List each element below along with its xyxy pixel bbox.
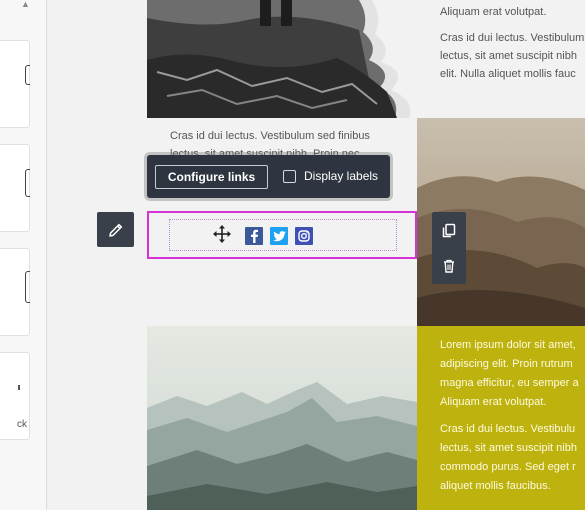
move-icon[interactable] — [212, 224, 232, 244]
text-line: elit. Nulla aliquet mollis fauc — [440, 68, 576, 80]
pencil-icon — [108, 223, 122, 237]
text-line: Aliquam erat volutpat. — [440, 396, 547, 408]
block-card-4[interactable]: ck — [0, 352, 30, 440]
twitter-icon[interactable] — [270, 227, 288, 245]
copy-icon — [442, 223, 456, 237]
duplicate-button[interactable] — [432, 212, 466, 248]
block-card-2-icon — [25, 169, 30, 197]
editor-viewport: ▲ ck Aliquam erat volutpat. Cras id dui … — [0, 0, 585, 510]
blocks-sidebar: ▲ ck — [0, 0, 47, 510]
text-line: Cras id dui lectus. Vestibulum — [440, 32, 585, 44]
text-line: magna efficitur, eu semper a — [440, 377, 579, 389]
block-card-4-icon — [18, 385, 20, 390]
block-card-2[interactable] — [0, 144, 30, 232]
block-card-1-icon — [25, 65, 30, 85]
text-line: adipiscing elit. Proin rutrum — [440, 358, 573, 370]
text-line: Lorem ipsum dolor sit amet, — [440, 339, 576, 351]
cliff-image[interactable] — [147, 0, 417, 118]
facebook-icon[interactable] — [245, 227, 263, 245]
mountain-range-image[interactable] — [147, 326, 417, 510]
trash-icon — [444, 259, 454, 273]
block-card-3-icon — [25, 271, 30, 303]
edit-block-button[interactable] — [97, 212, 134, 247]
text-line: commodo purus. Sed eget r — [440, 461, 576, 473]
display-labels-label[interactable]: Display labels — [304, 169, 378, 183]
display-labels-checkbox[interactable] — [283, 170, 296, 183]
collapse-caret-icon[interactable]: ▲ — [21, 0, 30, 9]
social-toolbar: Configure links Display labels — [147, 155, 390, 198]
block-card-4-label: ck — [17, 419, 27, 430]
text-block-bottom-right[interactable]: Lorem ipsum dolor sit amet, adipiscing e… — [440, 336, 579, 496]
delete-button[interactable] — [432, 248, 466, 284]
text-line: Aliquam erat volutpat. — [440, 6, 547, 18]
block-actions — [432, 212, 466, 284]
text-line: lectus, sit amet suscipit nibh — [440, 50, 577, 62]
text-line: aliquet mollis faucibus. — [440, 480, 551, 492]
instagram-icon[interactable] — [295, 227, 313, 245]
text-line: Cras id dui lectus. Vestibulu — [440, 423, 576, 435]
configure-links-button[interactable]: Configure links — [155, 165, 268, 189]
text-line: lectus, sit amet suscipit nibh — [440, 442, 577, 454]
block-card-1[interactable] — [0, 40, 30, 128]
block-card-3[interactable] — [0, 248, 30, 336]
text-line: Cras id dui lectus. Vestibulum sed finib… — [170, 130, 370, 142]
text-block-top-right[interactable]: Aliquam erat volutpat. Cras id dui lectu… — [440, 3, 584, 83]
